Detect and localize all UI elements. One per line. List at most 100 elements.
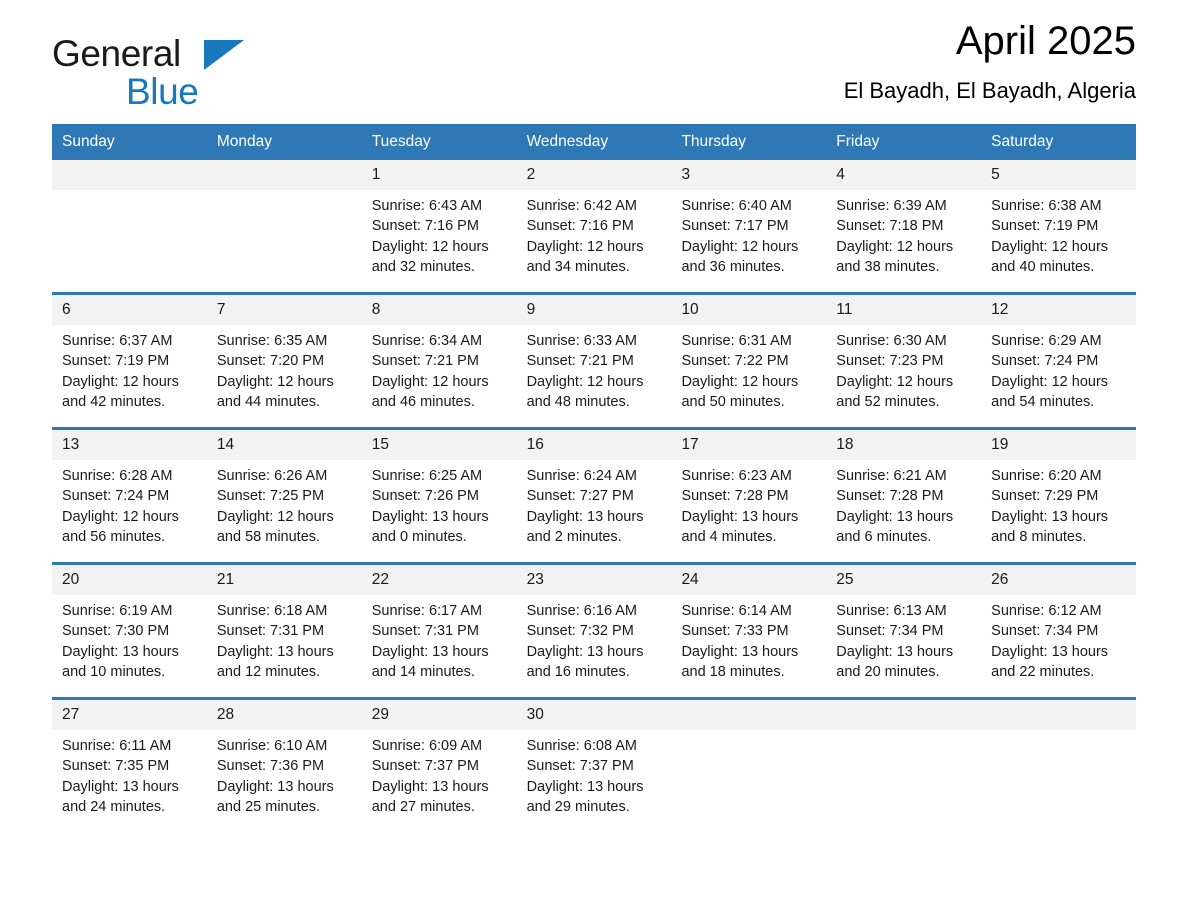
day-number: 2 (516, 160, 672, 190)
day-number: 26 (981, 565, 1137, 595)
day-cell[interactable]: 27 Sunrise: 6:11 AM Sunset: 7:35 PM Dayl… (52, 700, 207, 832)
calendar-week-row: 1 Sunrise: 6:43 AM Sunset: 7:16 PM Dayli… (52, 160, 1137, 292)
sunset-text: Sunset: 7:31 PM (371, 623, 479, 640)
day-cell[interactable]: 16 Sunrise: 6:24 AM Sunset: 7:27 PM Dayl… (516, 430, 672, 562)
brand-name-general: General (52, 33, 181, 74)
day-cell[interactable]: 17 Sunrise: 6:23 AM Sunset: 7:28 PM Dayl… (671, 430, 827, 562)
sunset-text: Sunset: 7:27 PM (526, 488, 634, 505)
daylight-text-line1: Daylight: 13 hours (371, 643, 489, 660)
day-cell[interactable]: 15 Sunrise: 6:25 AM Sunset: 7:26 PM Dayl… (361, 430, 517, 562)
day-number: 30 (516, 700, 672, 730)
day-info: Sunrise: 6:17 AM Sunset: 7:31 PM Dayligh… (362, 595, 517, 682)
day-cell[interactable]: 30 Sunrise: 6:08 AM Sunset: 7:37 PM Dayl… (516, 700, 672, 832)
day-info (207, 190, 362, 196)
day-info: Sunrise: 6:34 AM Sunset: 7:21 PM Dayligh… (362, 325, 517, 412)
day-cell[interactable]: 4 Sunrise: 6:39 AM Sunset: 7:18 PM Dayli… (826, 160, 982, 292)
daylight-text-line2: and 4 minutes. (681, 528, 777, 545)
day-cell[interactable]: 24 Sunrise: 6:14 AM Sunset: 7:33 PM Dayl… (671, 565, 827, 697)
sunset-text: Sunset: 7:19 PM (62, 353, 170, 370)
day-cell[interactable]: 10 Sunrise: 6:31 AM Sunset: 7:22 PM Dayl… (671, 295, 827, 427)
day-number: 3 (671, 160, 827, 190)
day-info: Sunrise: 6:24 AM Sunset: 7:27 PM Dayligh… (517, 460, 672, 547)
calendar-week-row: 27 Sunrise: 6:11 AM Sunset: 7:35 PM Dayl… (52, 697, 1137, 832)
day-cell[interactable]: 26 Sunrise: 6:12 AM Sunset: 7:34 PM Dayl… (981, 565, 1137, 697)
day-number (981, 700, 1137, 730)
day-cell[interactable]: 9 Sunrise: 6:33 AM Sunset: 7:21 PM Dayli… (516, 295, 672, 427)
daylight-text-line1: Daylight: 13 hours (991, 508, 1109, 525)
day-info: Sunrise: 6:08 AM Sunset: 7:37 PM Dayligh… (517, 730, 672, 817)
daylight-text-line1: Daylight: 13 hours (371, 778, 489, 795)
daylight-text-line2: and 54 minutes. (991, 393, 1095, 410)
daylight-text-line1: Daylight: 12 hours (681, 373, 799, 390)
day-cell[interactable]: 19 Sunrise: 6:20 AM Sunset: 7:29 PM Dayl… (981, 430, 1137, 562)
day-info: Sunrise: 6:29 AM Sunset: 7:24 PM Dayligh… (981, 325, 1136, 412)
day-cell[interactable]: 29 Sunrise: 6:09 AM Sunset: 7:37 PM Dayl… (361, 700, 517, 832)
day-cell[interactable]: 25 Sunrise: 6:13 AM Sunset: 7:34 PM Dayl… (826, 565, 982, 697)
day-cell (671, 700, 827, 832)
page-subtitle: El Bayadh, El Bayadh, Algeria (843, 78, 1136, 103)
sunset-text: Sunset: 7:16 PM (371, 218, 479, 235)
day-info: Sunrise: 6:25 AM Sunset: 7:26 PM Dayligh… (362, 460, 517, 547)
sunset-text: Sunset: 7:23 PM (836, 353, 944, 370)
day-number: 18 (826, 430, 982, 460)
sunset-text: Sunset: 7:34 PM (836, 623, 944, 640)
day-cell[interactable]: 18 Sunrise: 6:21 AM Sunset: 7:28 PM Dayl… (826, 430, 982, 562)
daylight-text-line2: and 44 minutes. (216, 393, 321, 410)
brand-logo[interactable]: General Blue (52, 34, 302, 114)
sunrise-text: Sunrise: 6:40 AM (681, 198, 792, 214)
day-cell[interactable]: 6 Sunrise: 6:37 AM Sunset: 7:19 PM Dayli… (52, 295, 207, 427)
day-info: Sunrise: 6:43 AM Sunset: 7:16 PM Dayligh… (362, 190, 517, 277)
daylight-text-line1: Daylight: 13 hours (681, 508, 799, 525)
daylight-text-line1: Daylight: 12 hours (371, 238, 489, 255)
day-cell[interactable]: 3 Sunrise: 6:40 AM Sunset: 7:17 PM Dayli… (671, 160, 827, 292)
sunset-text: Sunset: 7:26 PM (371, 488, 479, 505)
day-cell[interactable]: 20 Sunrise: 6:19 AM Sunset: 7:30 PM Dayl… (52, 565, 207, 697)
day-cell[interactable]: 7 Sunrise: 6:35 AM Sunset: 7:20 PM Dayli… (206, 295, 362, 427)
sunrise-text: Sunrise: 6:39 AM (836, 198, 947, 214)
day-info: Sunrise: 6:21 AM Sunset: 7:28 PM Dayligh… (826, 460, 981, 547)
sunrise-text: Sunrise: 6:08 AM (526, 738, 637, 754)
daylight-text-line1: Daylight: 12 hours (681, 238, 799, 255)
day-info (981, 730, 1136, 736)
day-cell[interactable]: 1 Sunrise: 6:43 AM Sunset: 7:16 PM Dayli… (361, 160, 517, 292)
daylight-text-line2: and 8 minutes. (991, 528, 1087, 545)
day-cell[interactable]: 2 Sunrise: 6:42 AM Sunset: 7:16 PM Dayli… (516, 160, 672, 292)
day-number (671, 700, 827, 730)
day-cell[interactable]: 21 Sunrise: 6:18 AM Sunset: 7:31 PM Dayl… (206, 565, 362, 697)
day-cell[interactable]: 28 Sunrise: 6:10 AM Sunset: 7:36 PM Dayl… (206, 700, 362, 832)
day-cell (52, 160, 207, 292)
day-info: Sunrise: 6:11 AM Sunset: 7:35 PM Dayligh… (52, 730, 207, 817)
day-cell[interactable]: 13 Sunrise: 6:28 AM Sunset: 7:24 PM Dayl… (52, 430, 207, 562)
day-cell[interactable]: 22 Sunrise: 6:17 AM Sunset: 7:31 PM Dayl… (361, 565, 517, 697)
day-cell[interactable]: 5 Sunrise: 6:38 AM Sunset: 7:19 PM Dayli… (981, 160, 1137, 292)
daylight-text-line2: and 12 minutes. (216, 663, 321, 680)
daylight-text-line1: Daylight: 12 hours (991, 373, 1109, 390)
day-number: 19 (981, 430, 1137, 460)
daylight-text-line1: Daylight: 12 hours (62, 508, 179, 525)
sunrise-text: Sunrise: 6:29 AM (991, 333, 1102, 349)
day-info: Sunrise: 6:13 AM Sunset: 7:34 PM Dayligh… (826, 595, 981, 682)
daylight-text-line2: and 52 minutes. (836, 393, 940, 410)
daylight-text-line2: and 29 minutes. (526, 798, 630, 815)
sunrise-text: Sunrise: 6:31 AM (681, 333, 792, 349)
day-cell[interactable]: 11 Sunrise: 6:30 AM Sunset: 7:23 PM Dayl… (826, 295, 982, 427)
sunrise-text: Sunrise: 6:14 AM (681, 603, 792, 619)
calendar-week-row: 20 Sunrise: 6:19 AM Sunset: 7:30 PM Dayl… (52, 562, 1137, 697)
daylight-text-line2: and 18 minutes. (681, 663, 785, 680)
sunset-text: Sunset: 7:28 PM (836, 488, 944, 505)
day-cell[interactable]: 23 Sunrise: 6:16 AM Sunset: 7:32 PM Dayl… (516, 565, 672, 697)
calendar-week-row: 6 Sunrise: 6:37 AM Sunset: 7:19 PM Dayli… (52, 292, 1137, 427)
day-number (52, 160, 207, 190)
day-info: Sunrise: 6:38 AM Sunset: 7:19 PM Dayligh… (981, 190, 1136, 277)
day-cell (206, 160, 362, 292)
sunrise-text: Sunrise: 6:26 AM (216, 468, 328, 484)
sunset-text: Sunset: 7:22 PM (681, 353, 789, 370)
day-cell[interactable]: 8 Sunrise: 6:34 AM Sunset: 7:21 PM Dayli… (361, 295, 517, 427)
sunrise-text: Sunrise: 6:43 AM (371, 198, 483, 214)
sunrise-text: Sunrise: 6:25 AM (371, 468, 483, 484)
day-cell[interactable]: 14 Sunrise: 6:26 AM Sunset: 7:25 PM Dayl… (206, 430, 362, 562)
day-number: 24 (671, 565, 827, 595)
day-cell[interactable]: 12 Sunrise: 6:29 AM Sunset: 7:24 PM Dayl… (981, 295, 1137, 427)
sunset-text: Sunset: 7:35 PM (62, 758, 170, 775)
day-number (206, 160, 362, 190)
